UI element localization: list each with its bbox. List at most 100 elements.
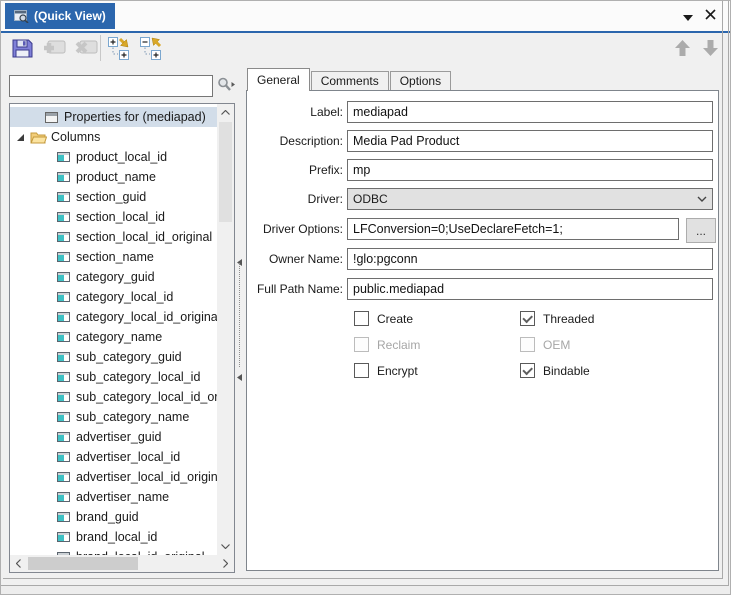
search-input[interactable] — [9, 75, 213, 97]
expanded-twisty-icon[interactable] — [16, 133, 26, 142]
column-icon — [57, 252, 70, 262]
checkbox-box — [354, 337, 369, 352]
column-icon — [57, 532, 70, 542]
close-icon[interactable] — [702, 5, 718, 23]
tree-item-column[interactable]: brand_local_id_original — [10, 547, 217, 555]
checkbox-encrypt[interactable]: Encrypt — [354, 363, 418, 378]
move-up-button-disabled[interactable] — [669, 35, 695, 61]
scroll-right-icon[interactable] — [217, 555, 234, 572]
splitter-arrow-icon — [237, 370, 242, 384]
tree-item-column[interactable]: section_guid — [10, 187, 217, 207]
tree-item-column[interactable]: brand_local_id — [10, 527, 217, 547]
titlebar: (Quick View) — [1, 1, 731, 33]
frame-line — [722, 1, 723, 579]
checkbox-reclaim[interactable]: Reclaim — [354, 337, 420, 352]
tree-item-columns-folder[interactable]: Columns — [10, 127, 217, 147]
tree-item-column[interactable]: brand_guid — [10, 507, 217, 527]
tree-item-column[interactable]: section_name — [10, 247, 217, 267]
checkbox-box — [354, 311, 369, 326]
column-icon — [57, 272, 70, 282]
scroll-down-icon[interactable] — [217, 538, 234, 555]
chevron-down-icon — [697, 196, 707, 202]
column-icon — [57, 372, 70, 382]
scroll-left-icon[interactable] — [10, 555, 27, 572]
delete-item-button-disabled[interactable] — [73, 35, 99, 61]
general-tab-panel: Label: Description: Prefix: Driver: ODBC… — [246, 90, 719, 571]
window-menu-caret-icon[interactable] — [683, 10, 695, 20]
arrow-down-icon — [702, 39, 719, 57]
card-plus-icon — [41, 38, 67, 58]
folder-open-icon — [30, 131, 47, 144]
tree-item-column[interactable]: category_local_id — [10, 287, 217, 307]
tab-general[interactable]: General — [247, 68, 310, 91]
driver-options-field-label: Driver Options: — [249, 222, 343, 236]
tree-item-column[interactable]: advertiser_local_id_original — [10, 467, 217, 487]
tree-item-column[interactable]: section_local_id — [10, 207, 217, 227]
tree-item-column[interactable]: sub_category_name — [10, 407, 217, 427]
driver-options-browse-button[interactable]: ... — [686, 218, 716, 243]
tab-options[interactable]: Options — [390, 71, 451, 91]
label-field-label: Label: — [249, 105, 343, 119]
collapse-all-button[interactable] — [139, 35, 165, 61]
description-field-label: Description: — [249, 134, 343, 148]
vertical-scroll-thumb[interactable] — [219, 122, 232, 222]
driver-options-field[interactable] — [347, 218, 679, 240]
tree-item-column[interactable]: section_local_id_original — [10, 227, 217, 247]
add-item-button-disabled[interactable] — [41, 35, 67, 61]
toolbar-separator — [100, 35, 101, 61]
column-icon — [57, 492, 70, 502]
card-x-icon — [73, 38, 99, 58]
tree: Properties for (mediapad) Columns produc… — [10, 104, 217, 555]
expand-all-icon — [107, 35, 133, 61]
tree-item-column[interactable]: category_local_id_original — [10, 307, 217, 327]
checkbox-threaded[interactable]: Threaded — [520, 311, 594, 326]
tree-vertical-scrollbar[interactable] — [217, 104, 234, 555]
checkbox-bindable[interactable]: Bindable — [520, 363, 590, 378]
tree-item-column[interactable]: advertiser_name — [10, 487, 217, 507]
horizontal-scroll-thumb[interactable] — [28, 557, 138, 570]
checkbox-oem[interactable]: OEM — [520, 337, 570, 352]
label-field[interactable] — [347, 101, 713, 123]
tree-horizontal-scrollbar[interactable] — [10, 555, 234, 572]
tree-item-column[interactable]: advertiser_local_id — [10, 447, 217, 467]
panel-splitter[interactable] — [235, 67, 245, 573]
move-down-button-disabled[interactable] — [697, 35, 723, 61]
tab-comments[interactable]: Comments — [311, 71, 389, 91]
column-icon — [57, 512, 70, 522]
tree-item-column[interactable]: category_name — [10, 327, 217, 347]
save-button[interactable] — [9, 35, 35, 61]
prefix-field[interactable] — [347, 159, 713, 181]
description-field[interactable] — [347, 130, 713, 152]
tree-item-column[interactable]: product_name — [10, 167, 217, 187]
save-icon — [11, 37, 34, 60]
search-icon[interactable] — [217, 77, 237, 95]
tree-item-properties[interactable]: Properties for (mediapad) — [10, 107, 217, 127]
expand-all-button[interactable] — [107, 35, 133, 61]
driver-select[interactable]: ODBC — [347, 188, 713, 210]
frame-line — [3, 578, 723, 579]
owner-name-field-label: Owner Name: — [249, 252, 343, 266]
tree-item-column[interactable]: sub_category_guid — [10, 347, 217, 367]
tree-item-column[interactable]: advertiser_guid — [10, 427, 217, 447]
tree-item-column[interactable]: category_guid — [10, 267, 217, 287]
column-icon — [57, 432, 70, 442]
prefix-field-label: Prefix: — [249, 163, 343, 177]
column-icon — [57, 352, 70, 362]
frame-line — [728, 1, 729, 586]
column-icon — [57, 452, 70, 462]
toolbar — [1, 33, 731, 65]
properties-window-icon — [45, 112, 58, 123]
checkbox-box — [520, 311, 535, 326]
scroll-up-icon[interactable] — [217, 104, 234, 121]
checkbox-create[interactable]: Create — [354, 311, 413, 326]
owner-name-field[interactable] — [347, 248, 713, 270]
full-path-name-field[interactable] — [347, 278, 713, 300]
column-icon — [57, 472, 70, 482]
tree-item-column[interactable]: product_local_id — [10, 147, 217, 167]
tree-item-column[interactable]: sub_category_local_id_original — [10, 387, 217, 407]
checkbox-box — [354, 363, 369, 378]
tree-item-column[interactable]: sub_category_local_id — [10, 367, 217, 387]
window-title-tab[interactable]: (Quick View) — [5, 3, 115, 29]
full-path-name-field-label: Full Path Name: — [249, 282, 343, 296]
window-bottom-strip — [1, 586, 731, 595]
